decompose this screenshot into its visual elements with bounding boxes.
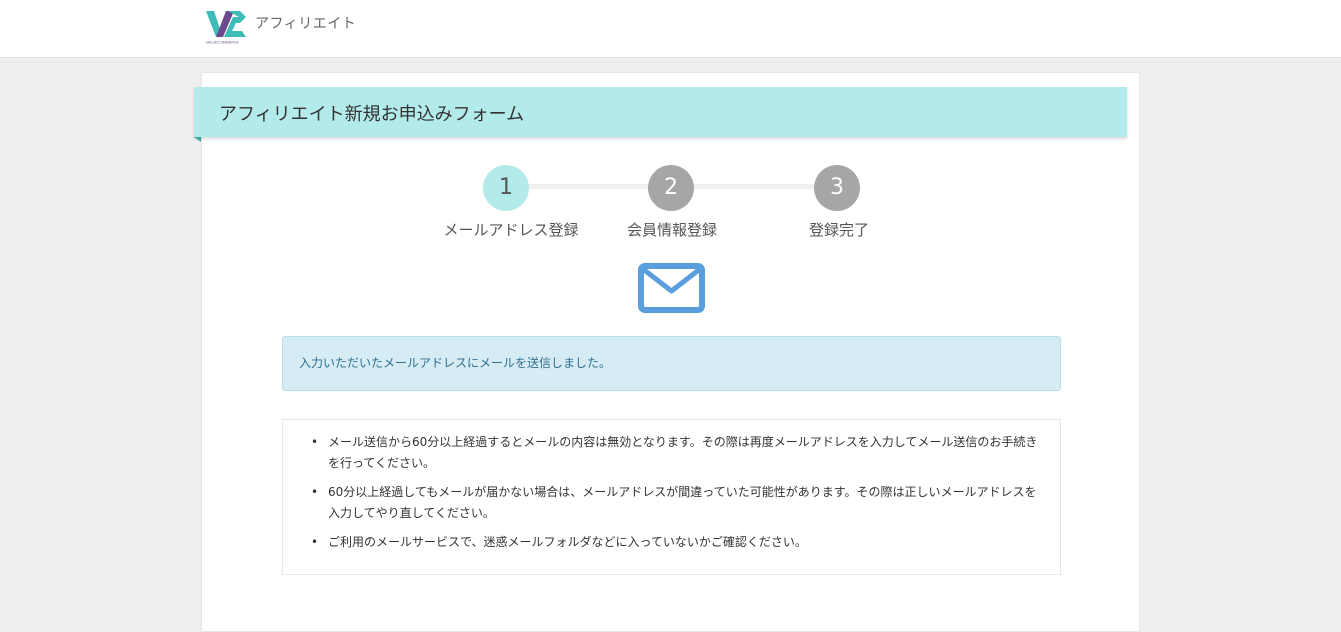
logo-caption: VALUECOMMERCE bbox=[206, 41, 239, 45]
bullet-icon: • bbox=[311, 485, 319, 499]
form-title: アフィリエイト新規お申込みフォーム bbox=[219, 104, 525, 125]
alert-message: 入力いただいたメールアドレスにメールを送信しました。 bbox=[299, 356, 612, 370]
list-item: • メール送信から60分以上経過するとメールの内容は無効となります。その際は再度メ… bbox=[311, 432, 1046, 474]
step-2-label: 会員情報登録 bbox=[626, 221, 717, 239]
app-title[interactable]: アフィリエイト bbox=[255, 13, 356, 33]
bullet-icon: • bbox=[311, 535, 319, 549]
note-text: ご利用のメールサービスで、迷惑メールフォルダなどに入っていないかご確認ください。 bbox=[328, 535, 807, 549]
list-item: • ご利用のメールサービスで、迷惑メールフォルダなどに入っていないかご確認ください… bbox=[311, 532, 1046, 553]
notes-box: • メール送信から60分以上経過するとメールの内容は無効となります。その際は再度メ… bbox=[282, 419, 1061, 575]
note-text: メール送信から60分以上経過するとメールの内容は無効となります。その際は再度メー… bbox=[328, 435, 1038, 470]
bullet-icon: • bbox=[311, 435, 319, 449]
step-1-circle: 1 bbox=[483, 165, 529, 211]
step-2-circle: 2 bbox=[648, 165, 694, 211]
sent-alert: 入力いただいたメールアドレスにメールを送信しました。 bbox=[282, 336, 1061, 391]
valuecommerce-logo-icon[interactable]: VALUECOMMERCE bbox=[206, 9, 248, 45]
envelope-icon bbox=[638, 263, 705, 313]
note-text: 60分以上経過してもメールが届かない場合は、メールアドレスが間違っていた可能性が… bbox=[328, 485, 1037, 520]
step-3-circle: 3 bbox=[814, 165, 860, 211]
notes-list: • メール送信から60分以上経過するとメールの内容は無効となります。その際は再度メ… bbox=[283, 432, 1060, 553]
site-header: VALUECOMMERCE アフィリエイト bbox=[0, 0, 1341, 58]
step-3-label: 登録完了 bbox=[808, 221, 869, 239]
list-item: • 60分以上経過してもメールが届かない場合は、メールアドレスが間違っていた可能性… bbox=[311, 482, 1046, 524]
banner-fold bbox=[194, 137, 201, 142]
form-title-banner: アフィリエイト新規お申込みフォーム bbox=[194, 87, 1127, 137]
step-1-label: メールアドレス登録 bbox=[443, 221, 579, 239]
